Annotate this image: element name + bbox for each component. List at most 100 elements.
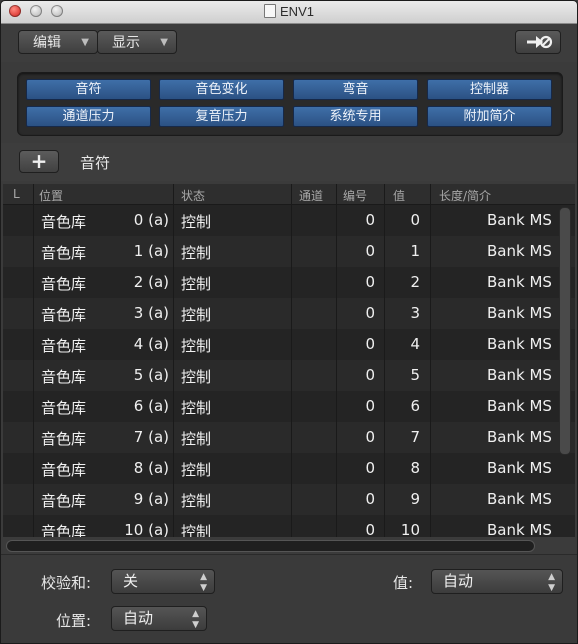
filter-sysex-button[interactable]: 系统专用 (293, 106, 418, 127)
cell-position-name: 音色库 (41, 306, 87, 324)
event-list-table: L 位置 状态 通道 编号 值 长度/简介 音色库 0 (a) 控制 0 0 B… (3, 184, 575, 537)
cell-value: 8 (410, 459, 420, 477)
value-format-popup[interactable]: 自动 ▲ ▼ (431, 569, 563, 594)
edit-menu-button[interactable]: 编辑 ▼ (18, 30, 98, 54)
value-label: 值: (393, 574, 414, 592)
cell-number: 0 (365, 366, 375, 384)
cell-length: Bank MS (487, 242, 552, 260)
create-event-bar: + 音符 (1, 143, 577, 181)
horizontal-scrollbar[interactable] (6, 540, 535, 552)
title-bar[interactable]: ENV1 (1, 1, 577, 24)
view-menu-button[interactable]: 显示 ▼ (97, 30, 177, 54)
cell-number: 0 (365, 304, 375, 322)
filter-program-change-button[interactable]: 音色变化 (159, 79, 284, 100)
filter-channel-pressure-button[interactable]: 通道压力 (26, 106, 151, 127)
cell-length: Bank MS (487, 397, 552, 415)
header-channel[interactable]: 通道 (299, 187, 323, 204)
column-divider (384, 184, 385, 537)
table-row[interactable]: 音色库 10 (a) 控制 0 10 Bank MS (3, 515, 575, 537)
table-body: 音色库 0 (a) 控制 0 0 Bank MS 音色库 1 (a) 控制 0 … (3, 205, 575, 537)
position-format-value: 自动 (123, 609, 154, 627)
cell-position-name: 音色库 (41, 368, 87, 386)
header-position[interactable]: 位置 (39, 187, 63, 204)
cell-number: 0 (365, 211, 375, 229)
cell-length: Bank MS (487, 335, 552, 353)
cell-position-number: 1 (a) (133, 242, 169, 260)
cell-number: 0 (365, 242, 375, 260)
cell-number: 0 (365, 397, 375, 415)
filter-controller-button[interactable]: 控制器 (427, 79, 552, 100)
edit-menu-label: 编辑 (33, 35, 61, 51)
cell-value: 0 (410, 211, 420, 229)
add-event-button[interactable]: + (19, 150, 59, 173)
cell-length: Bank MS (487, 459, 552, 477)
filter-additional-info-button[interactable]: 附加简介 (427, 106, 552, 127)
filter-poly-pressure-button[interactable]: 复音压力 (159, 106, 284, 127)
cell-position-name: 音色库 (41, 523, 87, 537)
table-row[interactable]: 音色库 0 (a) 控制 0 0 Bank MS (3, 205, 575, 236)
cell-status: 控制 (181, 244, 212, 262)
chevron-down-icon: ▼ (160, 37, 168, 48)
view-menu-label: 显示 (112, 35, 140, 51)
cell-position-name: 音色库 (41, 337, 87, 355)
cell-position-name: 音色库 (41, 461, 87, 479)
table-row[interactable]: 音色库 3 (a) 控制 0 3 Bank MS (3, 298, 575, 329)
cell-value: 3 (410, 304, 420, 322)
toolbar: 编辑 ▼ 显示 ▼ (1, 24, 577, 62)
cell-position-number: 5 (a) (133, 366, 169, 384)
checksum-label: 校验和: (41, 574, 92, 592)
table-row[interactable]: 音色库 4 (a) 控制 0 4 Bank MS (3, 329, 575, 360)
table-row[interactable]: 音色库 1 (a) 控制 0 1 Bank MS (3, 236, 575, 267)
cell-position-number: 9 (a) (133, 490, 169, 508)
cell-status: 控制 (181, 461, 212, 479)
arrow-link-icon (527, 35, 553, 49)
cell-status: 控制 (181, 337, 212, 355)
cell-number: 0 (365, 273, 375, 291)
plus-icon: + (30, 149, 48, 173)
table-row[interactable]: 音色库 5 (a) 控制 0 5 Bank MS (3, 360, 575, 391)
cell-value: 5 (410, 366, 420, 384)
chevron-down-icon: ▼ (81, 37, 89, 48)
link-inspector-button[interactable] (515, 30, 561, 54)
table-header: L 位置 状态 通道 编号 值 长度/简介 (3, 184, 575, 205)
cell-value: 10 (400, 521, 420, 537)
header-status[interactable]: 状态 (181, 187, 205, 204)
cell-position-number: 6 (a) (133, 397, 169, 415)
cell-position-name: 音色库 (41, 492, 87, 510)
column-divider (291, 184, 292, 537)
header-number[interactable]: 编号 (343, 187, 367, 204)
table-row[interactable]: 音色库 6 (a) 控制 0 6 Bank MS (3, 391, 575, 422)
cell-status: 控制 (181, 523, 212, 537)
cell-status: 控制 (181, 492, 212, 510)
table-row[interactable]: 音色库 2 (a) 控制 0 2 Bank MS (3, 267, 575, 298)
env-window: ENV1 编辑 ▼ 显示 ▼ 音符 音色变化 弯音 控制器 通道压力 复音压力 … (0, 0, 578, 644)
position-format-popup[interactable]: 自动 ▲ ▼ (111, 606, 207, 631)
table-row[interactable]: 音色库 7 (a) 控制 0 7 Bank MS (3, 422, 575, 453)
filter-notes-button[interactable]: 音符 (26, 79, 151, 100)
cell-position-number: 0 (a) (133, 211, 169, 229)
header-value[interactable]: 值 (393, 187, 405, 204)
checksum-value: 关 (123, 572, 139, 590)
cell-value: 1 (410, 242, 420, 260)
header-lock[interactable]: L (13, 187, 20, 201)
cell-status: 控制 (181, 368, 212, 386)
cell-length: Bank MS (487, 211, 552, 229)
column-divider (336, 184, 337, 537)
event-filter-panel: 音符 音色变化 弯音 控制器 通道压力 复音压力 系统专用 附加简介 (17, 72, 563, 136)
checksum-popup[interactable]: 关 ▲ ▼ (111, 569, 215, 594)
cell-position-name: 音色库 (41, 430, 87, 448)
cell-length: Bank MS (487, 521, 552, 537)
cell-length: Bank MS (487, 273, 552, 291)
table-row[interactable]: 音色库 8 (a) 控制 0 8 Bank MS (3, 453, 575, 484)
column-divider (430, 184, 431, 537)
table-row[interactable]: 音色库 9 (a) 控制 0 9 Bank MS (3, 484, 575, 515)
cell-status: 控制 (181, 275, 212, 293)
column-divider (173, 184, 174, 537)
cell-length: Bank MS (487, 490, 552, 508)
cell-number: 0 (365, 490, 375, 508)
cell-status: 控制 (181, 306, 212, 324)
filter-pitch-bend-button[interactable]: 弯音 (293, 79, 418, 100)
header-length[interactable]: 长度/简介 (439, 187, 491, 204)
cell-position-number: 10 (a) (124, 521, 169, 537)
vertical-scrollbar[interactable] (559, 207, 571, 455)
